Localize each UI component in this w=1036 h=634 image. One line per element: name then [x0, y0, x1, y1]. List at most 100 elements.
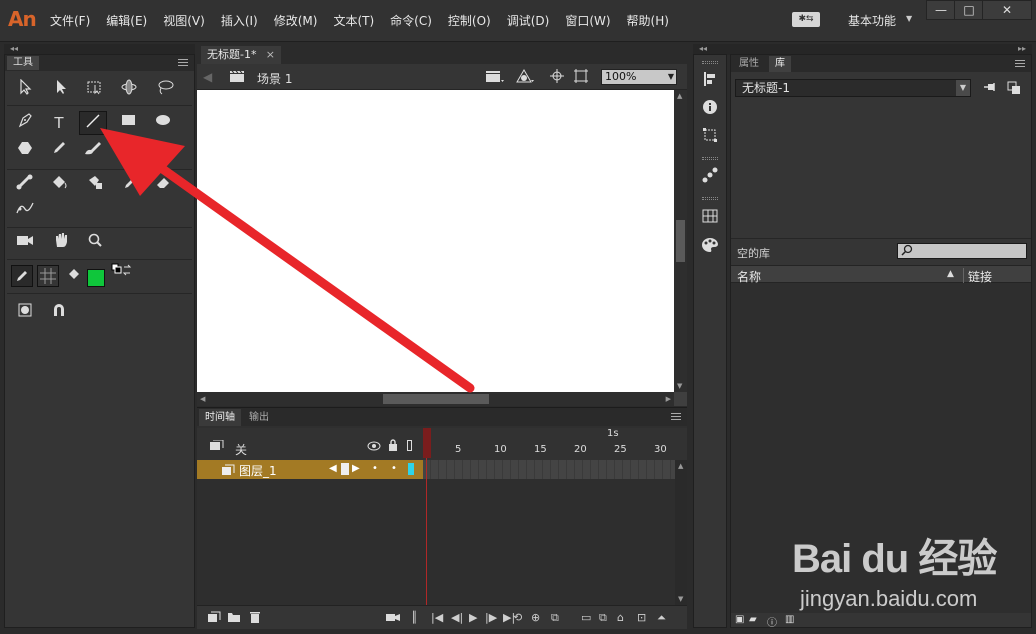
layer-outline-color[interactable]: [408, 463, 414, 475]
library-document-select[interactable]: 无标题-1 ▼: [735, 79, 971, 97]
layer-visible-dot-icon[interactable]: •: [372, 463, 378, 474]
paint-brush-tool-icon[interactable]: [115, 139, 143, 163]
new-symbol-icon[interactable]: ▣: [735, 614, 744, 625]
pin-icon[interactable]: [983, 81, 999, 96]
camera-toggle-icon[interactable]: [385, 611, 401, 626]
hand-tool-icon[interactable]: [47, 231, 75, 255]
zoom-tool-icon[interactable]: [81, 231, 109, 255]
eye-icon[interactable]: [367, 440, 381, 454]
center-stage-icon[interactable]: [549, 68, 565, 88]
window-close-button[interactable]: ✕: [982, 0, 1032, 20]
eyedropper-tool-icon[interactable]: [117, 173, 145, 197]
lock-icon[interactable]: [388, 439, 398, 454]
layer-prev-icon[interactable]: ◀: [329, 463, 337, 474]
onion-skin-icon[interactable]: ⧉: [551, 611, 559, 625]
pencil-tool-icon[interactable]: [45, 139, 73, 163]
playhead-handle[interactable]: [423, 428, 431, 458]
edit-multiple-frames-icon[interactable]: ⧉: [599, 611, 607, 625]
chevron-down-icon[interactable]: ▼: [956, 80, 970, 96]
playhead[interactable]: [423, 428, 431, 608]
center-frame-icon[interactable]: ⊕: [531, 611, 540, 624]
library-search-input[interactable]: [897, 243, 1027, 259]
menu-insert[interactable]: 插入(I): [213, 12, 266, 29]
swap-colors-icon[interactable]: [109, 263, 135, 283]
free-transform-tool-icon[interactable]: [81, 78, 109, 102]
align-icon[interactable]: [694, 71, 726, 91]
panel-grip[interactable]: [702, 61, 718, 64]
loop-icon[interactable]: ⟲: [513, 611, 522, 624]
trash-icon[interactable]: [249, 611, 261, 626]
new-layer-icon[interactable]: [207, 611, 221, 626]
frame-view-icon[interactable]: ⏶: [657, 611, 666, 625]
panel-grip[interactable]: [702, 157, 718, 160]
color-palette-icon[interactable]: [694, 237, 726, 257]
onion-outline-icon[interactable]: ▭: [581, 611, 591, 624]
scroll-down-icon[interactable]: ▼: [678, 595, 683, 603]
layer-row[interactable]: 图层_1 ◀ ▶ • •: [197, 460, 423, 479]
clip-content-icon[interactable]: [573, 68, 589, 88]
eraser-tool-icon[interactable]: [149, 173, 177, 197]
menu-view[interactable]: 视图(V): [155, 12, 213, 29]
polystar-tool-icon[interactable]: [11, 139, 39, 163]
menu-edit[interactable]: 编辑(E): [98, 12, 155, 29]
brush-tool-icon[interactable]: [79, 139, 107, 163]
scale-frames-icon[interactable]: ⊡: [637, 611, 646, 624]
close-icon[interactable]: ×: [266, 46, 275, 64]
stage-canvas[interactable]: [197, 90, 674, 392]
menu-commands[interactable]: 命令(C): [382, 12, 440, 29]
fill-color-swatch[interactable]: [87, 269, 105, 287]
camera-tool-icon[interactable]: [11, 231, 39, 255]
line-tool-icon[interactable]: [79, 111, 107, 135]
back-arrow-icon[interactable]: ◀: [203, 70, 212, 84]
stroke-swatch-grid-icon[interactable]: [37, 265, 59, 287]
modify-markers-icon[interactable]: ⌂: [617, 611, 624, 624]
sort-ascending-icon[interactable]: ▲: [947, 269, 954, 279]
menu-help[interactable]: 帮助(H): [619, 12, 677, 29]
swatches-grid-icon[interactable]: [694, 209, 726, 227]
bone-tool-icon[interactable]: [11, 173, 39, 197]
stage-horizontal-scrollbar[interactable]: ◀ ▶: [197, 392, 674, 406]
text-tool-icon[interactable]: T: [45, 111, 73, 135]
object-drawing-icon[interactable]: [11, 301, 39, 325]
layer-folder-icon[interactable]: [209, 439, 225, 455]
frame-track[interactable]: [423, 460, 675, 479]
menu-control[interactable]: 控制(O): [440, 12, 499, 29]
transform-icon[interactable]: [694, 127, 726, 147]
parent-view-icon[interactable]: ║: [411, 611, 418, 624]
edit-scene-icon[interactable]: [485, 68, 505, 88]
menu-modify[interactable]: 修改(M): [266, 12, 326, 29]
chevron-down-icon[interactable]: ▼: [906, 14, 912, 23]
menu-file[interactable]: 文件(F): [42, 12, 98, 29]
tab-timeline[interactable]: 时间轴: [199, 409, 241, 426]
3d-rotation-tool-icon[interactable]: [115, 78, 143, 102]
outline-toggle-icon[interactable]: [407, 440, 412, 451]
edit-symbols-icon[interactable]: [515, 68, 535, 88]
first-frame-icon[interactable]: |◀: [431, 611, 443, 624]
zoom-select[interactable]: 100% ▼: [601, 69, 677, 85]
paint-bucket-tool-icon[interactable]: [45, 173, 73, 197]
selection-tool-icon[interactable]: [11, 78, 39, 102]
stage-vertical-scrollbar[interactable]: ▲ ▼: [674, 90, 687, 392]
bind-tool-icon[interactable]: [11, 199, 39, 223]
panel-grip[interactable]: [702, 197, 718, 200]
window-maximize-button[interactable]: □: [954, 0, 984, 20]
stage-vertical-scroll-thumb[interactable]: [676, 220, 685, 262]
workspace-switcher[interactable]: 基本功能: [848, 12, 896, 29]
document-tab[interactable]: 无标题-1* ×: [201, 46, 281, 64]
tab-library[interactable]: 库: [769, 56, 791, 72]
layer-name[interactable]: 图层_1: [239, 462, 277, 479]
stage-horizontal-scroll-thumb[interactable]: [383, 394, 489, 404]
chevron-down-icon[interactable]: ▼: [668, 70, 674, 84]
ink-bottle-tool-icon[interactable]: [81, 173, 109, 197]
scroll-left-icon[interactable]: ◀: [200, 395, 205, 403]
menu-text[interactable]: 文本(T): [325, 12, 382, 29]
tab-properties[interactable]: 属性: [733, 56, 765, 72]
new-folder-icon[interactable]: ▰: [749, 614, 757, 625]
properties-info-icon[interactable]: ⓘ: [767, 614, 777, 629]
scroll-up-icon[interactable]: ▲: [677, 92, 682, 100]
panel-menu-icon[interactable]: [178, 59, 188, 66]
scroll-up-icon[interactable]: ▲: [678, 462, 683, 470]
pen-tool-icon[interactable]: [11, 111, 39, 135]
rectangle-tool-icon[interactable]: [115, 111, 143, 135]
play-icon[interactable]: ▶: [469, 611, 477, 624]
